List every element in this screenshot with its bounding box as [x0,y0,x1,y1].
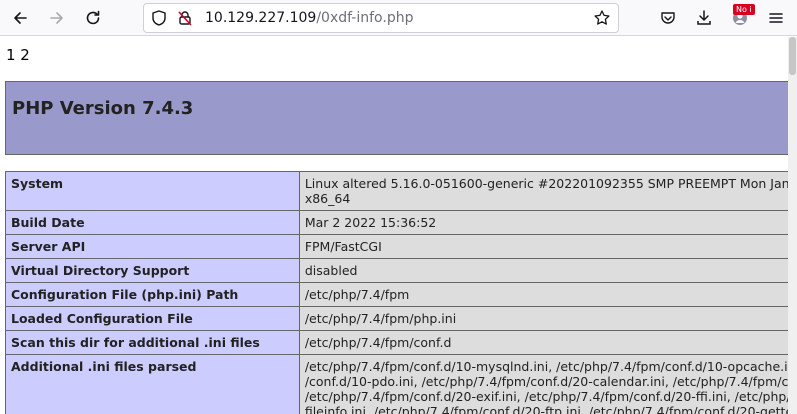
row-value: /etc/php/7.4/fpm/conf.d [298,330,788,355]
browser-toolbar: 10.129.227.109/0xdf-info.php No i [0,0,797,36]
row-value: FPM/FastCGI [298,234,788,259]
value-line: disabled [304,263,358,278]
row-value: /etc/php/7.4/fpm/php.ini [298,306,788,331]
reload-button[interactable] [80,6,106,30]
row-label: Scan this dir for additional .ini files [5,330,300,355]
row-value: Linux altered 5.16.0-051600-generic #202… [298,171,788,211]
notification-badge: No i [733,4,755,15]
url-path: /0xdf-info.php [316,10,414,26]
table-row: Build Date Mar 2 2022 15:36:52 [5,210,788,235]
row-value: /etc/php/7.4/fpm [298,282,788,307]
row-label: System [5,171,300,211]
menu-button[interactable] [763,6,789,30]
value-line: /etc/php/7.4/fpm/conf.d/10-mysqlnd.ini, … [304,359,788,374]
row-label: Server API [5,234,300,259]
page-content: 1 2 PHP Version 7.4.3 System Linux alter… [0,37,788,414]
row-value: Mar 2 2022 15:36:52 [298,210,788,235]
table-row: Virtual Directory Support disabled [5,258,788,283]
value-line: fileinfo.ini, /etc/php/7.4/fpm/conf.d/20… [304,404,788,414]
row-value: disabled [298,258,788,283]
table-row: System Linux altered 5.16.0-051600-gener… [5,171,788,211]
table-row: Loaded Configuration File /etc/php/7.4/f… [5,306,788,331]
phpinfo-table: System Linux altered 5.16.0-051600-gener… [5,171,788,414]
back-button[interactable] [7,6,33,30]
row-label: Virtual Directory Support [5,258,300,283]
page-title: PHP Version 7.4.3 [12,98,194,119]
insecure-lock-icon[interactable] [176,9,194,27]
php-version-header: PHP Version 7.4.3 [5,81,788,155]
forward-button[interactable] [44,6,70,30]
table-row: Server API FPM/FastCGI [5,234,788,259]
address-bar[interactable]: 10.129.227.109/0xdf-info.php [143,3,619,33]
download-icon [697,10,711,25]
value-line: Mar 2 2022 15:36:52 [304,215,437,230]
forward-arrow-icon [50,12,63,24]
scrollbar-thumb[interactable] [789,37,796,75]
url-host: 10.129.227.109 [205,10,317,26]
table-row: Additional .ini files parsed /etc/php/7.… [5,354,788,414]
reload-icon [86,10,100,25]
row-label: Build Date [5,210,300,235]
pager: 1 2 [6,46,30,64]
row-label: Loaded Configuration File [5,306,300,331]
row-value: /etc/php/7.4/fpm/conf.d/10-mysqlnd.ini, … [298,354,788,414]
row-label: Configuration File (php.ini) Path [5,282,300,307]
table-row: Scan this dir for additional .ini files … [5,330,788,355]
hamburger-menu-icon [769,13,783,23]
value-line: Linux altered 5.16.0-051600-generic #202… [304,176,788,191]
value-line: /etc/php/7.4/fpm/php.ini [304,311,457,326]
value-line: /etc/php/7.4/fpm/conf.d [304,335,452,350]
pocket-button[interactable] [655,6,681,30]
url-text[interactable]: 10.129.227.109/0xdf-info.php [205,10,413,26]
bookmark-star-icon[interactable] [593,9,611,27]
row-label: Additional .ini files parsed [5,354,300,414]
downloads-button[interactable] [691,6,717,30]
table-row: Configuration File (php.ini) Path /etc/p… [5,282,788,307]
value-line: /etc/php/7.4/fpm [304,287,410,302]
value-line: x86_64 [304,191,351,206]
value-line: FPM/FastCGI [304,239,382,254]
value-line: /conf.d/10-pdo.ini, /etc/php/7.4/fpm/con… [304,374,788,389]
value-line: /etc/php/7.4/fpm/conf.d/20-exif.ini, /et… [304,389,788,404]
shield-icon[interactable] [150,9,168,27]
back-arrow-icon [14,12,27,24]
pocket-icon [661,12,675,24]
vertical-scrollbar[interactable] [788,37,797,414]
